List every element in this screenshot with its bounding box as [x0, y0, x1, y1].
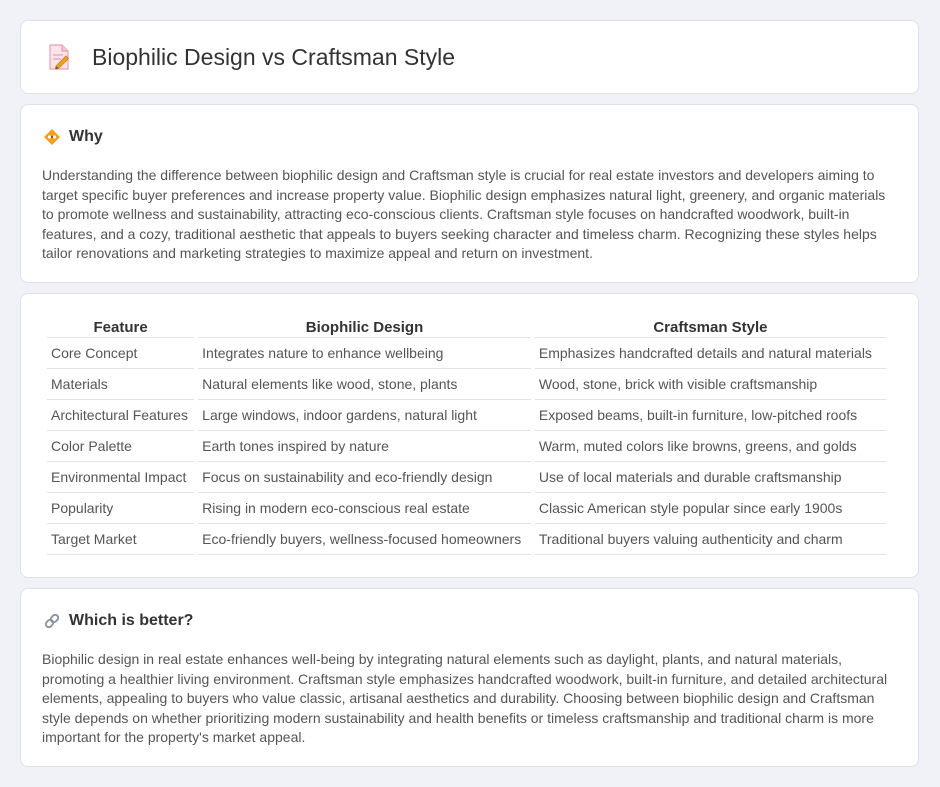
link-icon: [43, 612, 61, 630]
cell-biophilic: Earth tones inspired by nature: [198, 431, 531, 462]
header-craftsman: Craftsman Style: [534, 316, 886, 338]
page-title: Biophilic Design vs Craftsman Style: [92, 43, 456, 70]
table-row: Architectural Features Large windows, in…: [47, 400, 886, 431]
why-section: Why Understanding the difference between…: [20, 104, 919, 283]
cell-craftsman: Wood, stone, brick with visible craftsma…: [534, 369, 886, 400]
better-title: Which is better?: [69, 612, 194, 629]
cell-craftsman: Warm, muted colors like browns, greens, …: [534, 431, 886, 462]
cell-biophilic: Focus on sustainability and eco-friendly…: [198, 462, 531, 493]
header-biophilic: Biophilic Design: [198, 316, 531, 338]
cell-craftsman: Emphasizes handcrafted details and natur…: [534, 338, 886, 369]
table-row: Core Concept Integrates nature to enhanc…: [47, 338, 886, 369]
why-title: Why: [69, 128, 103, 145]
better-heading: Which is better?: [43, 612, 193, 630]
document-pencil-icon: [47, 43, 71, 71]
table-row: Popularity Rising in modern eco-consciou…: [47, 493, 886, 524]
cell-craftsman: Traditional buyers valuing authenticity …: [534, 524, 886, 555]
cell-feature: Color Palette: [47, 431, 195, 462]
table-row: Materials Natural elements like wood, st…: [47, 369, 886, 400]
better-text: Biophilic design in real estate enhances…: [42, 651, 888, 745]
header-card: Biophilic Design vs Craftsman Style: [20, 20, 919, 94]
header-feature: Feature: [47, 316, 195, 338]
table-row: Environmental Impact Focus on sustainabi…: [47, 462, 886, 493]
cell-biophilic: Integrates nature to enhance wellbeing: [198, 338, 531, 369]
cell-biophilic: Rising in modern eco-conscious real esta…: [198, 493, 531, 524]
cell-craftsman: Use of local materials and durable craft…: [534, 462, 886, 493]
cell-feature: Core Concept: [47, 338, 195, 369]
cell-feature: Environmental Impact: [47, 462, 195, 493]
cell-feature: Architectural Features: [47, 400, 195, 431]
table-row: Color Palette Earth tones inspired by na…: [47, 431, 886, 462]
which-is-better-section: Which is better? Biophilic design in rea…: [20, 588, 919, 767]
comparison-section: Feature Biophilic Design Craftsman Style…: [20, 293, 919, 578]
why-heading: Why: [43, 128, 103, 146]
diamond-bullet-icon: [43, 128, 61, 146]
cell-biophilic: Large windows, indoor gardens, natural l…: [198, 400, 531, 431]
table-row: Target Market Eco-friendly buyers, welln…: [47, 524, 886, 555]
cell-craftsman: Classic American style popular since ear…: [534, 493, 886, 524]
table-header-row: Feature Biophilic Design Craftsman Style: [47, 316, 886, 338]
cell-craftsman: Exposed beams, built-in furniture, low-p…: [534, 400, 886, 431]
cell-feature: Popularity: [47, 493, 195, 524]
comparison-table: Feature Biophilic Design Craftsman Style…: [43, 316, 890, 555]
title-row: Biophilic Design vs Craftsman Style: [47, 43, 455, 71]
cell-biophilic: Eco-friendly buyers, wellness-focused ho…: [198, 524, 531, 555]
why-text: Understanding the difference between bio…: [42, 167, 886, 261]
cell-feature: Target Market: [47, 524, 195, 555]
cell-feature: Materials: [47, 369, 195, 400]
cell-biophilic: Natural elements like wood, stone, plant…: [198, 369, 531, 400]
